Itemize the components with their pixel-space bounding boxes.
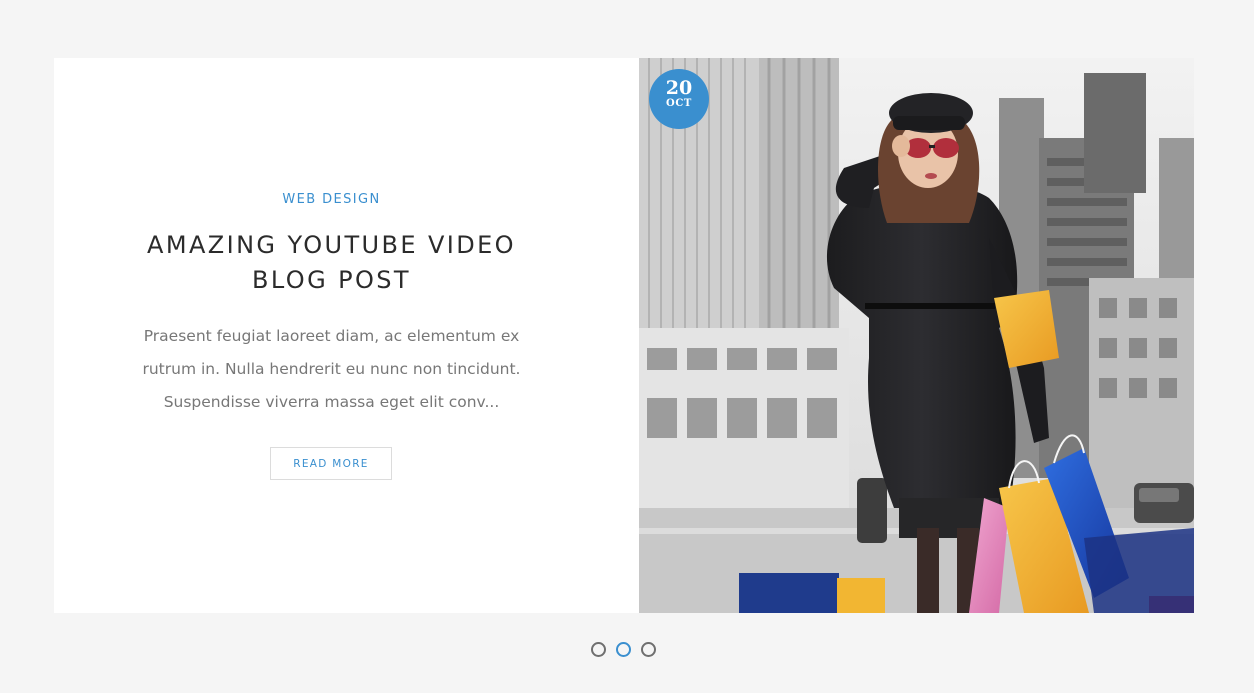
post-excerpt: Praesent feugiat laoreet diam, ac elemen… <box>142 327 521 411</box>
post-featured-image[interactable] <box>639 58 1194 613</box>
post-title[interactable]: AMAZING YOUTUBE VIDEO BLOG POST <box>104 228 559 298</box>
read-more-button[interactable]: READ MORE <box>270 447 392 480</box>
post-image-column[interactable]: 20 OCT <box>639 58 1194 613</box>
slider-dot-1[interactable] <box>591 642 606 657</box>
blog-post-card: WEB DESIGN AMAZING YOUTUBE VIDEO BLOG PO… <box>54 58 1194 613</box>
slider-dot-2[interactable] <box>616 642 631 657</box>
post-date-day: 20 <box>665 77 693 99</box>
post-category-link[interactable]: WEB DESIGN <box>54 192 609 207</box>
slider-dot-3[interactable] <box>641 642 656 657</box>
post-date-badge: 20 OCT <box>649 69 709 129</box>
post-text-column: WEB DESIGN AMAZING YOUTUBE VIDEO BLOG PO… <box>54 58 639 613</box>
post-date-month: OCT <box>666 98 692 109</box>
